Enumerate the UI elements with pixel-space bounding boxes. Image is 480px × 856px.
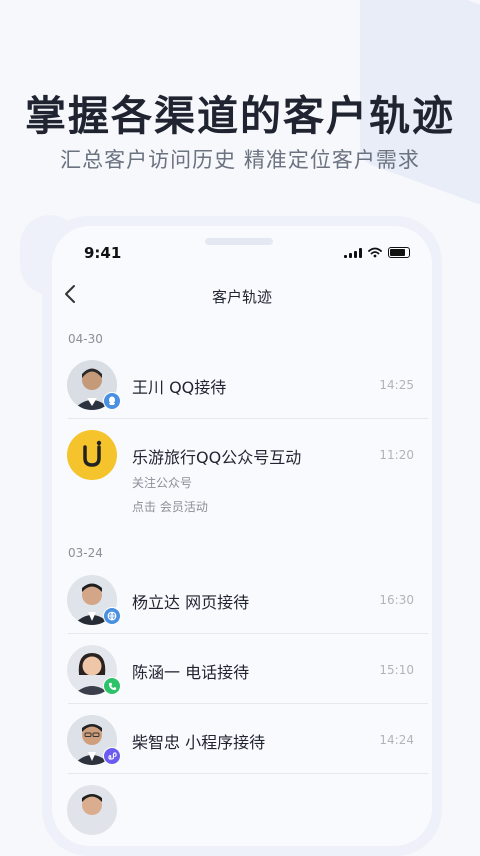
item-title: 杨立达 网页接待	[132, 593, 250, 612]
item-detail: 关注公众号	[132, 476, 193, 490]
divider	[68, 703, 428, 704]
web-icon	[103, 607, 121, 625]
divider	[68, 773, 428, 774]
list-item[interactable]: 柴智忠 小程序接待 14:24	[52, 711, 428, 773]
date-header: 03-24	[68, 546, 103, 560]
status-icons	[344, 247, 410, 258]
miniprogram-icon	[103, 747, 121, 765]
item-title: 王川 QQ接待	[132, 378, 227, 397]
item-title: 陈涵一 电话接待	[132, 663, 250, 682]
status-time: 9:41	[84, 244, 122, 262]
list-item[interactable]	[52, 781, 428, 843]
hero-title: 掌握各渠道的客户轨迹	[25, 92, 455, 140]
date-header: 04-30	[68, 332, 103, 346]
hero-subtitle: 汇总客户访问历史 精准定位客户需求	[60, 148, 420, 172]
list-item[interactable]: 乐游旅行QQ公众号互动 11:20 关注公众号 点击 会员活动	[52, 426, 428, 526]
brand-logo	[67, 430, 117, 480]
wifi-icon	[368, 247, 382, 258]
phone-icon	[103, 677, 121, 695]
item-time: 16:30	[379, 593, 414, 607]
page-title: 客户轨迹	[211, 288, 272, 306]
item-title: 柴智忠 小程序接待	[132, 733, 266, 752]
list-item[interactable]: 杨立达 网页接待 16:30	[52, 571, 428, 633]
divider	[68, 418, 428, 419]
phone-notch	[205, 238, 273, 245]
divider	[68, 633, 428, 634]
battery-icon	[388, 247, 410, 258]
item-detail: 点击 会员活动	[132, 500, 208, 514]
phone-screen: 9:41 客户轨迹 04-30 王川 QQ接待 14:25 乐游旅行QQ公众号互…	[52, 226, 432, 846]
qq-icon	[103, 392, 121, 410]
signal-icon	[344, 248, 362, 258]
item-time: 11:20	[379, 448, 414, 462]
item-time: 15:10	[379, 663, 414, 677]
avatar	[67, 785, 117, 835]
item-time: 14:24	[379, 733, 414, 747]
list-item[interactable]: 王川 QQ接待 14:25	[52, 356, 428, 418]
list-item[interactable]: 陈涵一 电话接待 15:10	[52, 641, 428, 703]
item-title: 乐游旅行QQ公众号互动	[132, 448, 302, 467]
item-time: 14:25	[379, 378, 414, 392]
